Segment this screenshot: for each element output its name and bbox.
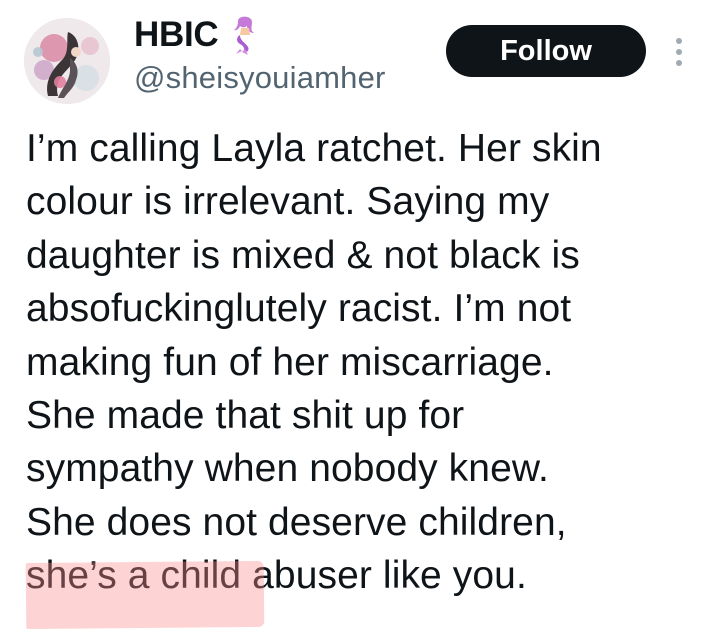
avatar-image: [24, 18, 110, 104]
more-dot: [676, 60, 682, 66]
tweet-line: She does not deserve children,: [26, 500, 567, 544]
avatar[interactable]: [24, 18, 110, 104]
display-name-row: HBIC: [134, 14, 386, 56]
more-dot: [676, 38, 682, 44]
more-dot: [676, 49, 682, 55]
tweet-card: HBIC @sheisyouiamher Follow I’m calling …: [0, 0, 720, 638]
tweet-line: colour is irrelevant. Saying my: [26, 180, 550, 224]
mermaid-icon: [228, 15, 262, 55]
user-handle[interactable]: @sheisyouiamher: [134, 60, 386, 96]
tweet-line: daughter is mixed & not black is: [26, 233, 580, 277]
tweet-line: I’m calling Layla ratchet. Her skin: [26, 127, 602, 170]
more-vertical-icon[interactable]: [664, 30, 694, 74]
tweet-line: absofuckinglutely racist. I’m not: [26, 287, 572, 331]
tweet-line: sympathy when nobody knew.: [26, 447, 549, 491]
tweet-line: She made that shit up for: [26, 394, 465, 438]
tweet-line: making fun of her miscarriage.: [26, 340, 554, 384]
display-name[interactable]: HBIC: [134, 15, 219, 55]
tweet-text: I’m calling Layla ratchet. Her skin colo…: [25, 122, 706, 630]
highlighter-mark: [25, 560, 265, 630]
user-info: HBIC @sheisyouiamher: [134, 14, 386, 96]
follow-button[interactable]: Follow: [446, 25, 646, 77]
